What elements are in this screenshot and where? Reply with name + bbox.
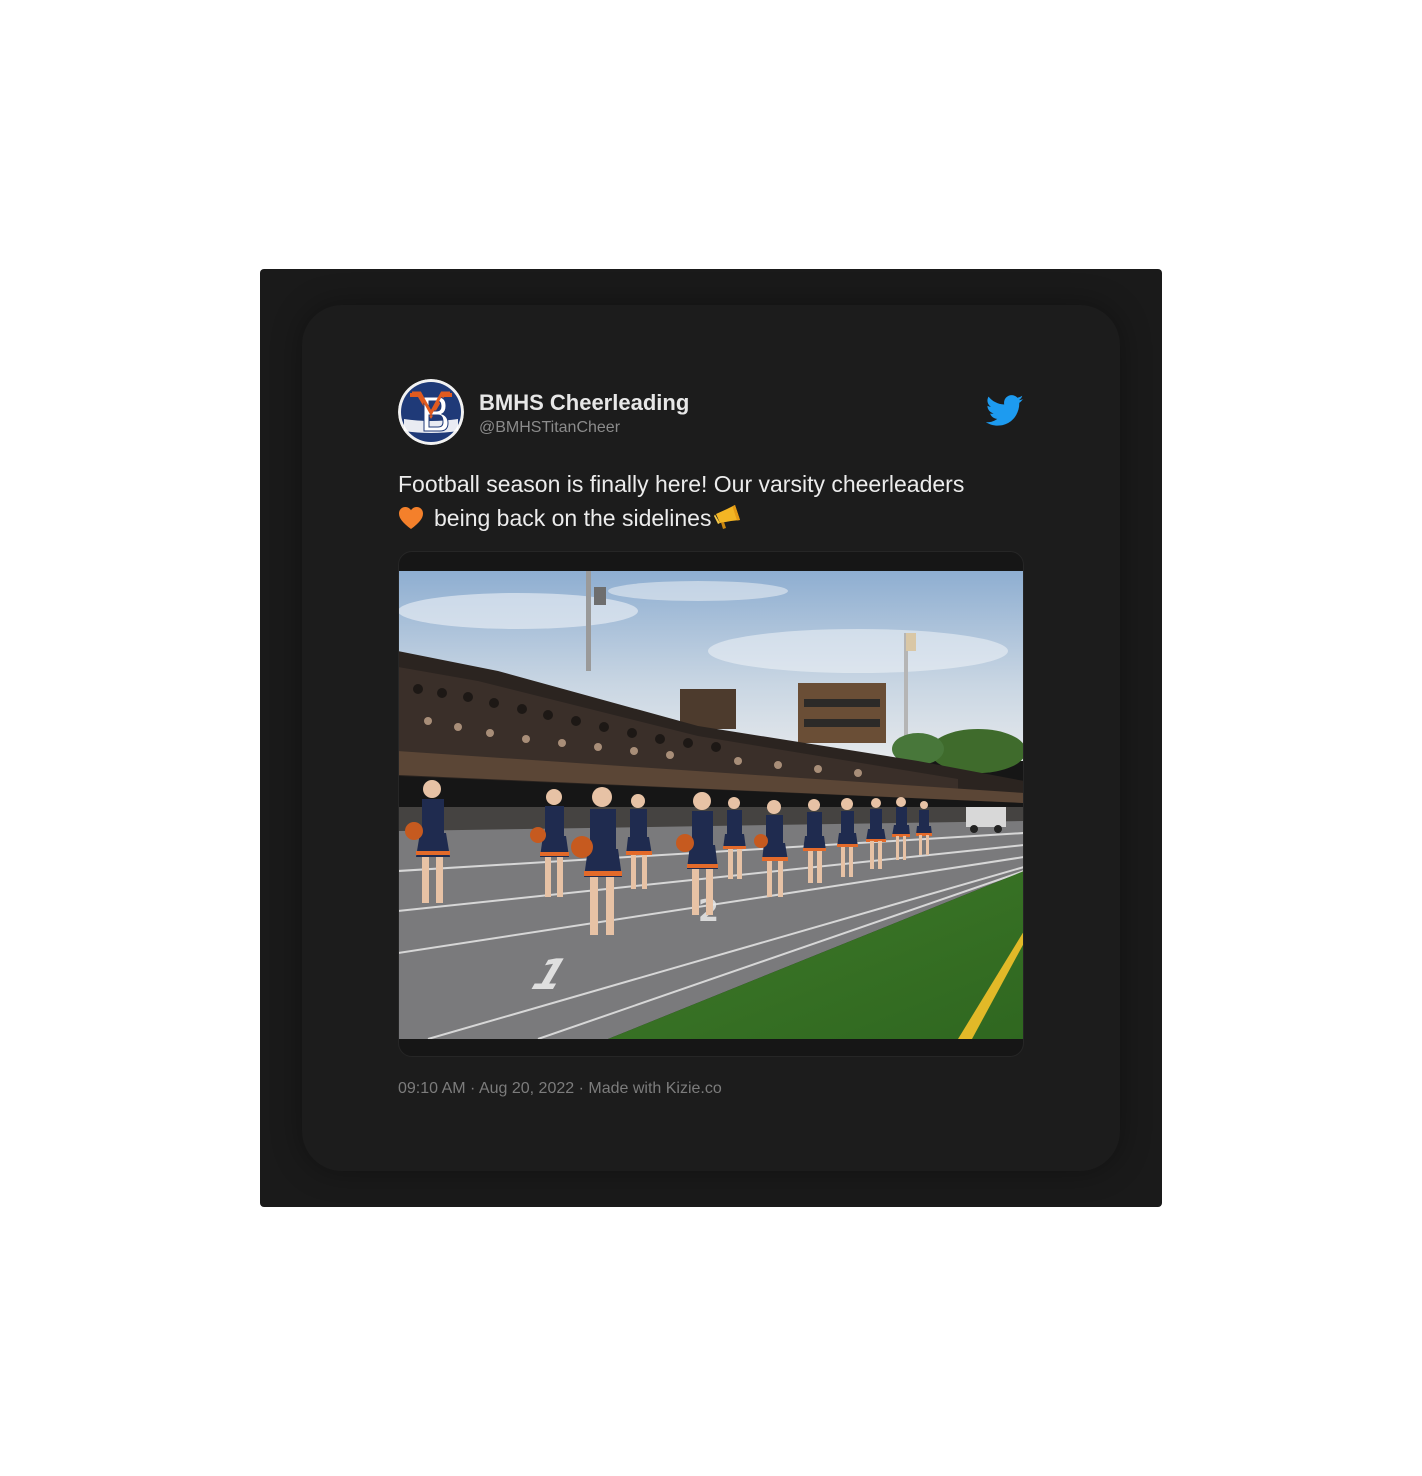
tweet-text-line-2: being back on the sidelines: [434, 505, 712, 531]
tweet: BMHS Cheerleading @BMHSTitanCheer Footba…: [398, 379, 1024, 1099]
tweet-card: BMHS Cheerleading @BMHSTitanCheer Footba…: [302, 305, 1120, 1171]
display-name[interactable]: BMHS Cheerleading: [479, 390, 689, 416]
cheerleaders-on-track-photo[interactable]: 1 2: [398, 571, 1024, 1039]
twitter-bird-icon[interactable]: [986, 395, 1024, 427]
tweet-image-frame: BMHS Cheerleading @BMHSTitanCheer Footba…: [260, 269, 1162, 1207]
tweet-footer: 09:10 AM · Aug 20, 2022 · Made with Kizi…: [398, 1079, 1024, 1099]
author-block[interactable]: BMHS Cheerleading @BMHSTitanCheer: [479, 390, 689, 438]
tweet-time[interactable]: 09:10 AM: [398, 1080, 466, 1097]
avatar[interactable]: [398, 379, 464, 445]
tweet-date[interactable]: Aug 20, 2022: [479, 1080, 574, 1097]
orange-heart-icon: [399, 507, 423, 529]
megaphone-icon: [714, 505, 741, 529]
tweet-header: BMHS Cheerleading @BMHSTitanCheer: [398, 379, 1024, 445]
tweet-text-line-1: Football season is finally here! Our var…: [398, 471, 965, 497]
separator: ·: [574, 1080, 589, 1097]
handle[interactable]: @BMHSTitanCheer: [479, 418, 689, 438]
separator: ·: [465, 1080, 479, 1097]
tweet-text: Football season is finally here! Our var…: [398, 467, 1024, 535]
bmhs-logo-icon: [398, 379, 464, 445]
tweet-media[interactable]: 1 2: [398, 551, 1024, 1057]
made-with-link[interactable]: Made with Kizie.co: [588, 1080, 721, 1097]
